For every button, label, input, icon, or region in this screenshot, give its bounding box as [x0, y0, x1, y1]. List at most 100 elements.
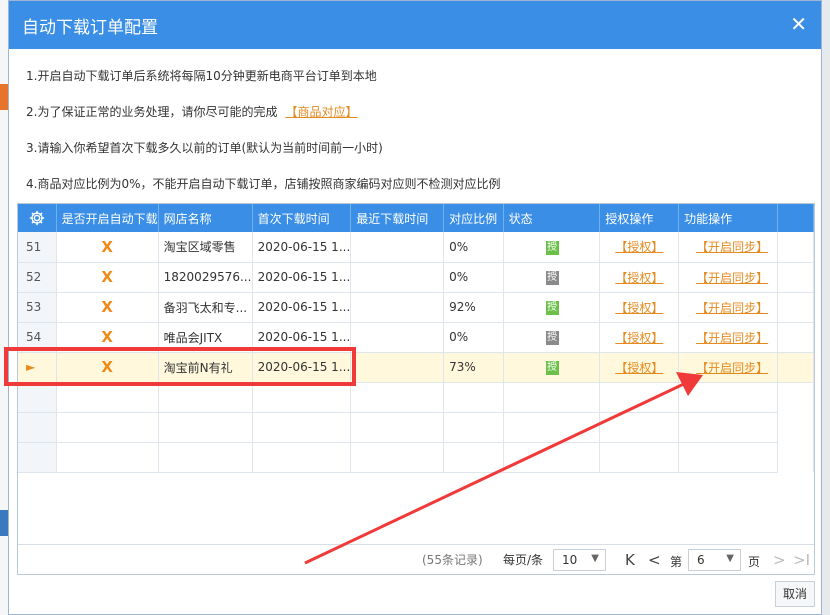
close-icon[interactable]: ✕: [790, 14, 807, 34]
empty-cell: [599, 382, 680, 413]
page-prefix: 第: [670, 555, 683, 569]
shop-name-cell: 1820029576...: [158, 262, 253, 293]
page-suffix: 页: [748, 555, 761, 569]
start-sync-link[interactable]: 【开启同步】: [696, 240, 768, 254]
empty-cell: [56, 382, 159, 413]
ratio-cell: 73%: [443, 352, 504, 383]
empty-cell: [678, 412, 779, 443]
row-number: 52: [18, 262, 57, 293]
first-download-cell: 2020-06-15 1...: [252, 232, 352, 263]
gear-icon[interactable]: [29, 210, 45, 226]
authorize-link[interactable]: 【授权】: [615, 240, 663, 254]
col-header-auth[interactable]: 授权操作: [599, 204, 680, 232]
empty-cell: [18, 412, 57, 443]
empty-cell: [56, 442, 159, 473]
start-sync-link[interactable]: 【开启同步】: [696, 301, 768, 315]
authorize-link[interactable]: 【授权】: [615, 361, 663, 375]
empty-cell: [503, 442, 601, 473]
last-page-icon[interactable]: >I: [793, 551, 810, 569]
filler-cell: [777, 442, 814, 472]
cancel-button[interactable]: 取消: [775, 581, 815, 607]
ratio-cell: 92%: [443, 292, 504, 323]
status-cell: 授: [503, 232, 601, 263]
col-header-status[interactable]: 状态: [503, 204, 601, 232]
status-cell: 授: [503, 352, 601, 383]
status-cell: 授: [503, 262, 601, 293]
instruction-1: 1.开启自动下载订单后系统将每隔10分钟更新电商平台订单到本地: [26, 69, 821, 105]
empty-cell: [18, 382, 57, 413]
first-download-cell: 2020-06-15 1...: [252, 292, 352, 323]
settings-header-cell[interactable]: [18, 204, 57, 232]
page-select[interactable]: 6 ▼: [688, 549, 741, 571]
func-action-cell: 【开启同步】: [678, 322, 779, 353]
start-sync-link[interactable]: 【开启同步】: [696, 361, 768, 375]
auth-status-badge: 授: [545, 271, 559, 285]
empty-cell: [678, 442, 779, 473]
product-mapping-link[interactable]: 【商品对应】: [285, 105, 357, 119]
col-header-last[interactable]: 最近下载时间: [350, 204, 445, 232]
last-download-cell: [350, 292, 445, 323]
table-row[interactable]: 53 X 备羽飞太和专... 2020-06-15 1... 92% 授 【授权】 【开启同步…: [18, 292, 814, 323]
next-page-icon[interactable]: >: [773, 551, 786, 569]
status-cell: 授: [503, 292, 601, 323]
auto-download-cell: X: [56, 232, 159, 263]
disabled-x-icon[interactable]: X: [62, 328, 158, 346]
empty-cell: [503, 382, 601, 413]
shop-name-cell: 备羽飞太和专...: [158, 292, 253, 323]
first-download-cell: 2020-06-15 1...: [252, 262, 352, 293]
instructions: 1.开启自动下载订单后系统将每隔10分钟更新电商平台订单到本地 2.为了保证正常…: [9, 49, 821, 213]
empty-cell: [18, 442, 57, 473]
ratio-cell: 0%: [443, 262, 504, 293]
table-header: 是否开启自动下载 网店名称 首次下载时间 最近下载时间 对应比例 状态 授权操作…: [18, 204, 814, 232]
start-sync-link[interactable]: 【开启同步】: [696, 331, 768, 345]
dialog-titlebar: 自动下载订单配置 ✕: [9, 1, 821, 49]
authorize-link[interactable]: 【授权】: [615, 331, 663, 345]
empty-cell: [158, 412, 253, 443]
disabled-x-icon[interactable]: X: [62, 298, 158, 316]
shop-name-cell: 淘宝前N有礼: [158, 352, 253, 383]
authorize-link[interactable]: 【授权】: [615, 271, 663, 285]
table-row[interactable]: 51 X 淘宝区域零售 2020-06-15 1... 0% 授 【授权】 【开启同步】: [18, 232, 814, 263]
background-right-edge: [822, 0, 830, 615]
auth-action-cell: 【授权】: [599, 322, 680, 353]
filler-cell: [777, 352, 814, 383]
col-header-filler: [777, 204, 814, 232]
disabled-x-icon[interactable]: X: [62, 238, 158, 256]
last-download-cell: [350, 352, 445, 383]
auto-download-cell: X: [56, 322, 159, 353]
disabled-x-icon[interactable]: X: [62, 268, 158, 286]
filler-cell: [777, 322, 814, 353]
first-page-icon[interactable]: K: [625, 551, 635, 569]
auth-status-badge: 授: [545, 301, 559, 315]
empty-row: [18, 382, 814, 413]
instruction-1-text: 1.开启自动下载订单后系统将每隔10分钟更新电商平台订单到本地: [26, 69, 377, 83]
col-header-func[interactable]: 功能操作: [678, 204, 779, 232]
start-sync-link[interactable]: 【开启同步】: [696, 271, 768, 285]
auth-action-cell: 【授权】: [599, 262, 680, 293]
empty-cell: [599, 442, 680, 473]
col-header-first[interactable]: 首次下载时间: [252, 204, 352, 232]
authorize-link[interactable]: 【授权】: [615, 301, 663, 315]
table-row[interactable]: 52 X 1820029576... 2020-06-15 1... 0% 授 【授权】 【开…: [18, 262, 814, 293]
auth-action-cell: 【授权】: [599, 292, 680, 323]
shop-name-cell: 淘宝区域零售: [158, 232, 253, 263]
filler-cell: [777, 412, 814, 442]
table-row[interactable]: 54 X 唯品会JITX 2020-06-15 1... 0% 授 【授权】 【开启同步】: [18, 322, 814, 353]
empty-cell: [252, 412, 352, 443]
col-header-ratio[interactable]: 对应比例: [443, 204, 504, 232]
table-row[interactable]: ► X 淘宝前N有礼 2020-06-15 1... 73% 授 【授权】 【开启同步】: [18, 352, 814, 383]
auto-download-cell: X: [56, 292, 159, 323]
prev-page-icon[interactable]: <: [648, 551, 661, 569]
col-header-auto[interactable]: 是否开启自动下载: [56, 204, 159, 232]
col-header-shop[interactable]: 网店名称: [158, 204, 253, 232]
empty-cell: [350, 442, 445, 473]
empty-row: [18, 442, 814, 473]
status-cell: 授: [503, 322, 601, 353]
empty-cell: [503, 412, 601, 443]
empty-cell: [158, 382, 253, 413]
func-action-cell: 【开启同步】: [678, 232, 779, 263]
empty-cell: [158, 442, 253, 473]
per-page-select[interactable]: 10 ▼: [553, 549, 606, 571]
disabled-x-icon[interactable]: X: [62, 358, 158, 376]
empty-cell: [350, 412, 445, 443]
